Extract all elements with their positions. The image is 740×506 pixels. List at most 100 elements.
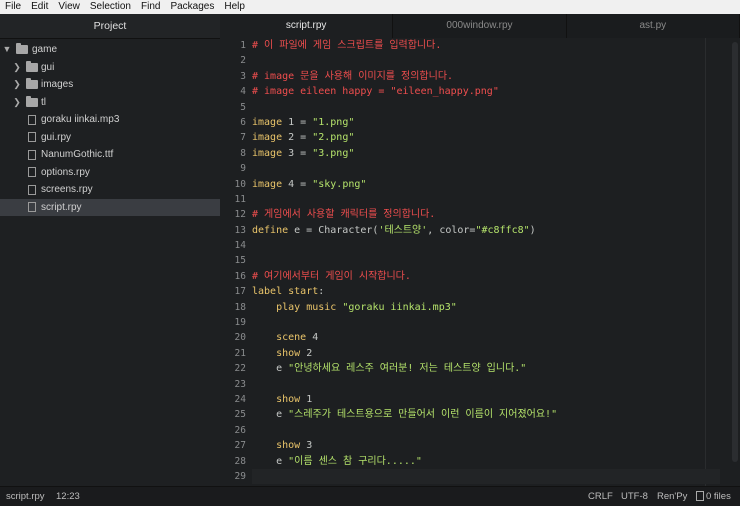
code-line: show 2 — [276, 347, 313, 359]
code-line: e "안녕하세요 레스주 여러분! 저는 테스트양 입니다." — [252, 363, 527, 375]
tree-file[interactable]: goraku iinkai.mp3 — [0, 111, 220, 129]
line-number: 4 — [240, 86, 246, 98]
line-number: 28 — [234, 455, 246, 467]
code-area[interactable]: # 이 파일에 게임 스크립트를 입력합니다. # image 문을 사용해 이미… — [252, 38, 720, 485]
code-line: image 3 = "3.png" — [252, 147, 355, 159]
file-icon — [696, 491, 704, 502]
line-number: 6 — [240, 116, 246, 128]
code-line — [252, 468, 720, 485]
tree-item-label: options.rpy — [41, 166, 90, 178]
line-number: 9 — [240, 163, 246, 175]
menu-view[interactable]: View — [53, 0, 85, 14]
vertical-scrollbar[interactable] — [732, 42, 738, 462]
folder-icon — [26, 78, 38, 89]
line-number: 8 — [240, 147, 246, 159]
line-number: 12 — [234, 209, 246, 221]
tree-folder-images[interactable]: ❯ images — [0, 76, 220, 94]
menu-edit[interactable]: Edit — [26, 0, 53, 14]
sidebar-title: Project — [0, 14, 220, 39]
line-number: 3 — [240, 70, 246, 82]
tree-file-selected[interactable]: script.rpy — [0, 198, 220, 216]
code-line: image 2 = "2.png" — [252, 132, 355, 144]
tree-file[interactable]: NanumGothic.ttf — [0, 146, 220, 164]
status-line-ending[interactable]: CRLF — [588, 487, 613, 506]
line-number: 16 — [234, 270, 246, 282]
tree-item-label: gui.rpy — [41, 131, 72, 143]
line-number: 18 — [234, 301, 246, 313]
tab-ast-py[interactable]: ast.py — [566, 14, 740, 38]
tree-item-label: tl — [41, 96, 46, 108]
line-number: 25 — [234, 409, 246, 421]
code-line: e "스레주가 테스트용으로 만들어서 이런 이름이 지어졌어요!" — [252, 409, 558, 421]
status-cursor-position[interactable]: 12:23 — [56, 487, 80, 506]
code-line: # image 문을 사용해 이미지를 정의합니다. — [252, 70, 454, 82]
tree-folder-game[interactable]: ▼ game — [0, 41, 220, 59]
line-number: 27 — [234, 440, 246, 452]
line-number: 13 — [234, 224, 246, 236]
tree-file[interactable]: screens.rpy — [0, 181, 220, 199]
status-encoding[interactable]: UTF-8 — [621, 487, 648, 506]
code-line: # 여기에서부터 게임이 시작합니다. — [252, 270, 411, 282]
menu-file[interactable]: File — [0, 0, 26, 14]
code-line: define e = Character('테스트양', color="#c8f… — [252, 224, 536, 236]
file-icon — [28, 167, 36, 177]
tree-file[interactable]: gui.rpy — [0, 129, 220, 147]
tree-item-label: images — [41, 79, 74, 90]
line-number: 26 — [234, 424, 246, 436]
menu-find[interactable]: Find — [136, 0, 165, 14]
code-line: show 1 — [276, 393, 313, 405]
line-number-gutter: 1 2 3 4 5 6 7 8 9 10 11 12 13 14 15 16 17 18 19 20 21 22 23 24 2… — [220, 38, 250, 486]
file-icon — [28, 114, 36, 125]
line-number: 22 — [234, 363, 246, 375]
chevron-down-icon: ▼ — [2, 44, 12, 54]
menu-bar: File Edit View Selection Find Packages H… — [0, 0, 740, 14]
folder-icon — [16, 43, 28, 54]
status-bar: script.rpy 12:23 CRLF UTF-8 Ren'Py 0 fil… — [0, 486, 740, 506]
line-number: 21 — [234, 347, 246, 359]
tab-script-rpy[interactable]: script.rpy — [220, 14, 394, 38]
line-number: 11 — [234, 193, 246, 205]
tree-item-label: NanumGothic.ttf — [41, 149, 114, 160]
file-icon — [28, 202, 36, 212]
tree-item-label: goraku iinkai.mp3 — [41, 114, 120, 125]
tab-000window-rpy[interactable]: 000window.rpy — [393, 14, 567, 38]
menu-selection[interactable]: Selection — [85, 0, 136, 14]
line-number: 24 — [234, 393, 246, 405]
tree-item-label: screens.rpy — [41, 184, 93, 195]
code-line: label start: — [252, 286, 325, 298]
tree-item-label: script.rpy — [41, 201, 82, 213]
tree-folder-gui[interactable]: ❯ gui — [0, 59, 220, 77]
status-grammar[interactable]: Ren'Py — [657, 487, 687, 506]
line-number: 1 — [240, 40, 246, 51]
code-line: e "이름 센스 참 구리다....." — [252, 455, 422, 467]
code-line: # 게임에서 사용할 캐릭터를 정의합니다. — [252, 209, 436, 221]
menu-help[interactable]: Help — [219, 0, 250, 14]
code-line: image 1 = "1.png" — [252, 116, 355, 128]
line-number: 5 — [240, 101, 246, 113]
tree-file[interactable]: options.rpy — [0, 164, 220, 182]
folder-icon — [26, 60, 38, 72]
tree-folder-tl[interactable]: ❯ tl — [0, 94, 220, 112]
line-number: 7 — [240, 132, 246, 144]
menu-packages[interactable]: Packages — [165, 0, 219, 14]
code-line: # image eileen happy = "eileen_happy.png… — [252, 86, 499, 98]
chevron-right-icon: ❯ — [13, 96, 21, 107]
status-files-count[interactable]: 0 files — [696, 487, 731, 506]
status-file-path[interactable]: script.rpy — [6, 487, 45, 506]
line-number: 17 — [234, 286, 246, 298]
file-icon — [28, 184, 36, 195]
line-number: 15 — [234, 255, 246, 267]
chevron-right-icon: ❯ — [13, 79, 21, 89]
line-number: 14 — [234, 240, 246, 252]
code-editor[interactable]: 1 2 3 4 5 6 7 8 9 10 11 12 13 14 15 16 17 18 19 20 21 22 23 24 2… — [220, 38, 740, 486]
code-line: show 3 — [276, 440, 313, 452]
tree-item-label: game — [32, 44, 58, 55]
tab-bar: script.rpy 000window.rpy ast.py — [220, 14, 740, 38]
